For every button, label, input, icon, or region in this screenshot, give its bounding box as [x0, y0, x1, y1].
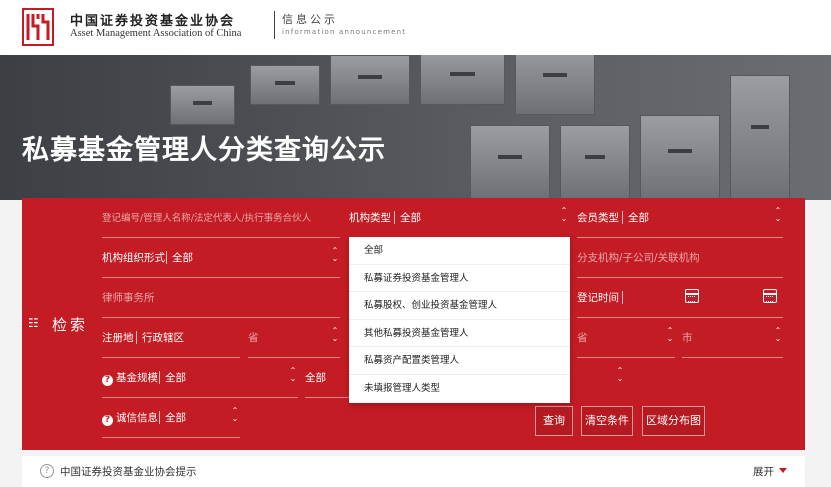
org-form-label: 机构组织形式 [102, 252, 165, 264]
filter-icon: ☷ [28, 316, 39, 330]
org-type-label: 机构类型 [349, 212, 391, 224]
header-divider [274, 11, 275, 39]
banner-cabinet [730, 75, 790, 200]
reg-time-range[interactable]: 登记时间 [577, 278, 783, 318]
select-arrows-icon: ⌃ ⌄ [331, 326, 339, 343]
fund-scale-select[interactable]: ? 基金规模 全部 ⌃ ⌄ [102, 358, 298, 398]
region-map-button[interactable]: 区域分布图 [642, 406, 705, 436]
banner-cabinet [250, 65, 320, 105]
fund-scale-value-2: 全部 [305, 372, 326, 384]
city-select[interactable]: 市 ⌃ ⌄ [682, 318, 783, 358]
help-icon[interactable]: ? [102, 415, 113, 426]
field-separator [159, 371, 160, 384]
expand-link[interactable]: 展开 [753, 464, 774, 479]
banner-cabinet [560, 125, 630, 200]
field-separator [622, 291, 623, 304]
amac-logo-icon[interactable] [22, 8, 54, 46]
section-title-en: information announcement [282, 28, 407, 36]
field-separator [159, 411, 160, 424]
province-select[interactable]: 省 ⌃ ⌄ [248, 318, 340, 358]
dropdown-option[interactable]: 私募股权、创业投资基金管理人 [349, 292, 570, 320]
province-select-2[interactable]: 省 ⌃ ⌄ [577, 318, 675, 358]
select-arrows-icon: ⌃ ⌄ [331, 246, 339, 263]
tips-text: 中国证券投资基金业协会提示 [60, 466, 197, 478]
fund-scale-label-text: 基金规模 [116, 372, 158, 384]
integrity-select[interactable]: ? 诚信信息 全部 ⌃ ⌄ [102, 398, 240, 438]
district-label: 行政辖区 [142, 332, 184, 344]
help-icon[interactable]: ? [102, 375, 113, 386]
clear-button[interactable]: 清空条件 [581, 406, 633, 436]
dropdown-option[interactable]: 其他私募投资基金管理人 [349, 320, 570, 347]
calendar-icon[interactable] [685, 289, 699, 303]
section-title-cn: 信息公示 [282, 13, 338, 26]
fund-scale-label: ? 基金规模 [102, 370, 158, 386]
field-separator [136, 331, 137, 344]
branch-placeholder: 分支机构/子公司/关联机构 [577, 252, 700, 264]
law-firm-placeholder: 律师事务所 [102, 292, 155, 304]
select-arrows-icon: ⌃ ⌄ [774, 326, 782, 343]
hidden-select[interactable]: ⌃ ⌄ [577, 358, 625, 398]
province2-placeholder: 省 [577, 332, 588, 344]
page-title: 私募基金管理人分类查询公示 [22, 135, 386, 166]
member-type-value: 全部 [628, 212, 649, 224]
caret-down-icon[interactable] [779, 468, 787, 473]
field-separator [166, 251, 167, 264]
law-firm-input[interactable]: 律师事务所 [102, 278, 340, 318]
reg-place-label: 注册地 [102, 332, 134, 344]
banner-cabinet [330, 55, 410, 105]
keyword-placeholder: 登记编号/管理人名称/法定代表人/执行事务合伙人 [102, 213, 312, 224]
integrity-label-text: 诚信信息 [116, 412, 158, 424]
org-name-cn: 中国证券投资基金业协会 [70, 14, 236, 29]
dropdown-option[interactable]: 全部 [349, 237, 570, 265]
dropdown-option[interactable]: 私募资产配置类管理人 [349, 347, 570, 375]
province-placeholder: 省 [248, 332, 259, 344]
site-header: 中国证券投资基金业协会 Asset Management Association… [0, 0, 831, 55]
query-button[interactable]: 查询 [535, 406, 573, 436]
integrity-value: 全部 [165, 412, 186, 424]
city-placeholder: 市 [682, 332, 693, 344]
member-type-label: 会员类型 [577, 212, 619, 224]
member-type-select[interactable]: 会员类型 全部 ⌃ ⌄ [577, 198, 783, 238]
field-separator [622, 211, 623, 224]
tips-bar: ? 中国证券投资基金业协会提示 展开 [22, 456, 805, 487]
calendar-icon[interactable] [763, 289, 777, 303]
search-label-text: 检索 [52, 316, 89, 334]
org-type-dropdown: 全部 私募证券投资基金管理人 私募股权、创业投资基金管理人 其他私募投资基金管理… [349, 237, 570, 403]
select-arrows-icon: ⌃ ⌄ [289, 366, 297, 383]
reg-place-select[interactable]: 注册地 行政辖区 [102, 318, 240, 358]
fund-scale-select-2[interactable]: 全部 [305, 358, 349, 398]
integrity-label: ? 诚信信息 [102, 410, 158, 426]
org-form-value: 全部 [172, 252, 193, 264]
org-name-en: Asset Management Association of China [70, 28, 242, 39]
fund-scale-value: 全部 [165, 372, 186, 384]
org-form-select[interactable]: 机构组织形式 全部 ⌃ ⌄ [102, 238, 340, 278]
select-arrows-icon: ⌃ ⌄ [774, 206, 782, 223]
question-icon: ? [40, 464, 54, 478]
keyword-input[interactable]: 登记编号/管理人名称/法定代表人/执行事务合伙人 [102, 198, 340, 238]
banner-cabinet [470, 125, 550, 200]
reg-time-label: 登记时间 [577, 292, 619, 304]
banner-cabinet [420, 55, 505, 105]
select-arrows-icon: ⌃ ⌄ [560, 206, 568, 223]
banner-cabinet [515, 55, 595, 115]
dropdown-option[interactable]: 私募证券投资基金管理人 [349, 265, 570, 292]
org-type-select[interactable]: 机构类型 全部 ⌃ ⌄ [349, 198, 569, 238]
search-side-label: ☷ 检索 [22, 198, 102, 450]
select-arrows-icon: ⌃ ⌄ [666, 326, 674, 343]
branch-input[interactable]: 分支机构/子公司/关联机构 [577, 238, 783, 278]
field-separator [394, 211, 395, 224]
banner-cabinet [170, 85, 235, 125]
dropdown-option[interactable]: 未填报管理人类型 [349, 375, 570, 403]
select-arrows-icon: ⌃ ⌄ [231, 406, 239, 423]
select-arrows-icon: ⌃ ⌄ [616, 366, 624, 383]
hero-banner: 私募基金管理人分类查询公示 [0, 55, 831, 200]
org-type-value: 全部 [400, 212, 421, 224]
banner-cabinet [640, 115, 720, 200]
